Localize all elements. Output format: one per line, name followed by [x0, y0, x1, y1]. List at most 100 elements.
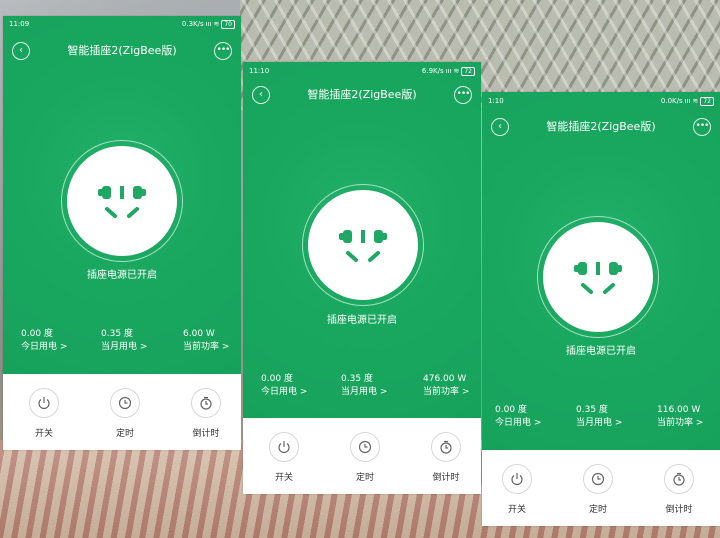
- stat-today[interactable]: 0.00 度 今日用电 >: [261, 373, 341, 399]
- stat-label: 当前功率 >: [657, 418, 704, 428]
- socket-toggle[interactable]: [61, 140, 183, 262]
- green-header: 11:09 0.3K/s ııı ≋ 70 ‹ 智能插座2(ZigBee版) •…: [3, 16, 241, 374]
- title-bar: ‹ 智能插座2(ZigBee版) •••: [243, 84, 481, 108]
- stat-power[interactable]: 476.00 W 当前功率 >: [423, 373, 481, 399]
- countdown-button[interactable]: 倒计时: [176, 388, 236, 439]
- power-icon: [38, 397, 50, 410]
- stat-label: 当月用电 >: [341, 387, 388, 397]
- status-bar: 11:10 6.9K/s ııı ≋ 72: [243, 62, 481, 80]
- socket-icon: [574, 262, 622, 294]
- stat-value: 0.00 度: [21, 329, 53, 339]
- more-dots-icon: •••: [695, 121, 710, 131]
- stat-power[interactable]: 116.00 W 当前功率 >: [657, 404, 720, 430]
- signal-icon: ııı: [205, 20, 212, 28]
- stat-label: 当月用电 >: [576, 418, 623, 428]
- stat-value: 0.35 度: [101, 329, 133, 339]
- signal-icon: ııı: [445, 67, 452, 75]
- phone-screen-1: 11:09 0.3K/s ııı ≋ 70 ‹ 智能插座2(ZigBee版) •…: [3, 16, 241, 450]
- power-button[interactable]: 开关: [487, 464, 547, 515]
- page-title: 智能插座2(ZigBee版): [307, 88, 417, 101]
- power-button-circle: [29, 388, 59, 418]
- clock-icon: [591, 472, 605, 486]
- status-bar: 1:10 0.0K/s ııı ≋ 72: [482, 92, 720, 110]
- stat-power[interactable]: 6.00 W 当前功率 >: [183, 328, 241, 354]
- chevron-left-icon: ‹: [259, 89, 263, 100]
- timer-label: 定时: [355, 473, 374, 483]
- power-label: 开关: [34, 429, 53, 439]
- status-icons: 0.0K/s ııı ≋ 72: [661, 92, 714, 110]
- socket-face: [67, 146, 177, 256]
- more-button[interactable]: •••: [454, 86, 472, 104]
- socket-face: [308, 190, 418, 300]
- power-icon: [511, 473, 523, 486]
- stat-value: 0.00 度: [261, 374, 293, 384]
- socket-status: 插座电源已开启: [327, 315, 397, 326]
- chevron-left-icon: ‹: [498, 121, 502, 132]
- stat-today[interactable]: 0.00 度 今日用电 >: [21, 328, 101, 354]
- countdown-label: 倒计时: [665, 505, 693, 515]
- timer-label: 定时: [588, 505, 607, 515]
- power-button[interactable]: 开关: [14, 388, 74, 439]
- back-button[interactable]: ‹: [12, 42, 30, 60]
- stat-value: 0.35 度: [341, 374, 373, 384]
- back-button[interactable]: ‹: [252, 86, 270, 104]
- stat-value: 0.00 度: [495, 405, 527, 415]
- title-bar: ‹ 智能插座2(ZigBee版) •••: [482, 116, 720, 140]
- socket-toggle[interactable]: [302, 184, 424, 306]
- clock-icon: [118, 396, 132, 410]
- green-header: 11:10 6.9K/s ııı ≋ 72 ‹ 智能插座2(ZigBee版) •…: [243, 62, 481, 418]
- status-bar: 11:09 0.3K/s ııı ≋ 70: [3, 16, 241, 33]
- stat-label: 当前功率 >: [183, 342, 230, 352]
- stat-month[interactable]: 0.35 度 当月用电 >: [576, 404, 656, 430]
- stopwatch-icon: [440, 440, 452, 454]
- power-button[interactable]: 开关: [254, 432, 314, 483]
- socket-toggle[interactable]: [537, 216, 659, 338]
- stat-month[interactable]: 0.35 度 当月用电 >: [101, 328, 181, 354]
- stat-value: 0.35 度: [576, 405, 608, 415]
- countdown-button[interactable]: 倒计时: [649, 464, 709, 515]
- back-button[interactable]: ‹: [491, 118, 509, 136]
- stat-label: 当月用电 >: [101, 342, 148, 352]
- stat-value: 6.00 W: [183, 329, 215, 339]
- signal-icon: ııı: [684, 97, 691, 105]
- socket-status: 插座电源已开启: [87, 270, 157, 281]
- power-button-circle: [269, 432, 299, 462]
- phone-screen-2: 11:10 6.9K/s ııı ≋ 72 ‹ 智能插座2(ZigBee版) •…: [243, 62, 481, 494]
- stopwatch-icon: [673, 472, 685, 486]
- battery-icon: 70: [221, 19, 235, 29]
- countdown-button-circle: [431, 432, 461, 462]
- timer-label: 定时: [115, 429, 134, 439]
- wifi-icon: ≋: [692, 97, 699, 105]
- timer-button[interactable]: 定时: [568, 464, 628, 515]
- battery-icon: 72: [461, 66, 475, 76]
- stat-value: 116.00 W: [657, 405, 701, 415]
- socket-icon: [98, 186, 146, 218]
- status-icons: 6.9K/s ııı ≋ 72: [422, 62, 475, 80]
- title-bar: ‹ 智能插座2(ZigBee版) •••: [3, 40, 241, 64]
- net-speed: 0.0K/s: [660, 97, 683, 105]
- timer-button[interactable]: 定时: [335, 432, 395, 483]
- timer-button-circle: [583, 464, 613, 494]
- stat-label: 今日用电 >: [261, 387, 308, 397]
- wifi-icon: ≋: [213, 20, 220, 28]
- socket-icon: [339, 230, 387, 262]
- net-speed: 6.9K/s: [421, 67, 444, 75]
- timer-button-circle: [110, 388, 140, 418]
- stat-label: 今日用电 >: [21, 342, 68, 352]
- power-label: 开关: [507, 505, 526, 515]
- more-button[interactable]: •••: [693, 118, 711, 136]
- status-icons: 0.3K/s ııı ≋ 70: [182, 16, 235, 33]
- stat-today[interactable]: 0.00 度 今日用电 >: [495, 404, 575, 430]
- timer-button[interactable]: 定时: [95, 388, 155, 439]
- page-title: 智能插座2(ZigBee版): [67, 44, 177, 57]
- more-dots-icon: •••: [216, 45, 231, 55]
- countdown-button-circle: [664, 464, 694, 494]
- status-time: 1:10: [488, 97, 504, 105]
- timer-button-circle: [350, 432, 380, 462]
- control-bar: 开关 定时 倒计时: [243, 432, 481, 494]
- stat-month[interactable]: 0.35 度 当月用电 >: [341, 373, 421, 399]
- more-button[interactable]: •••: [214, 42, 232, 60]
- countdown-button[interactable]: 倒计时: [416, 432, 476, 483]
- more-dots-icon: •••: [456, 89, 471, 99]
- control-bar: 开关 定时 倒计时: [3, 388, 241, 450]
